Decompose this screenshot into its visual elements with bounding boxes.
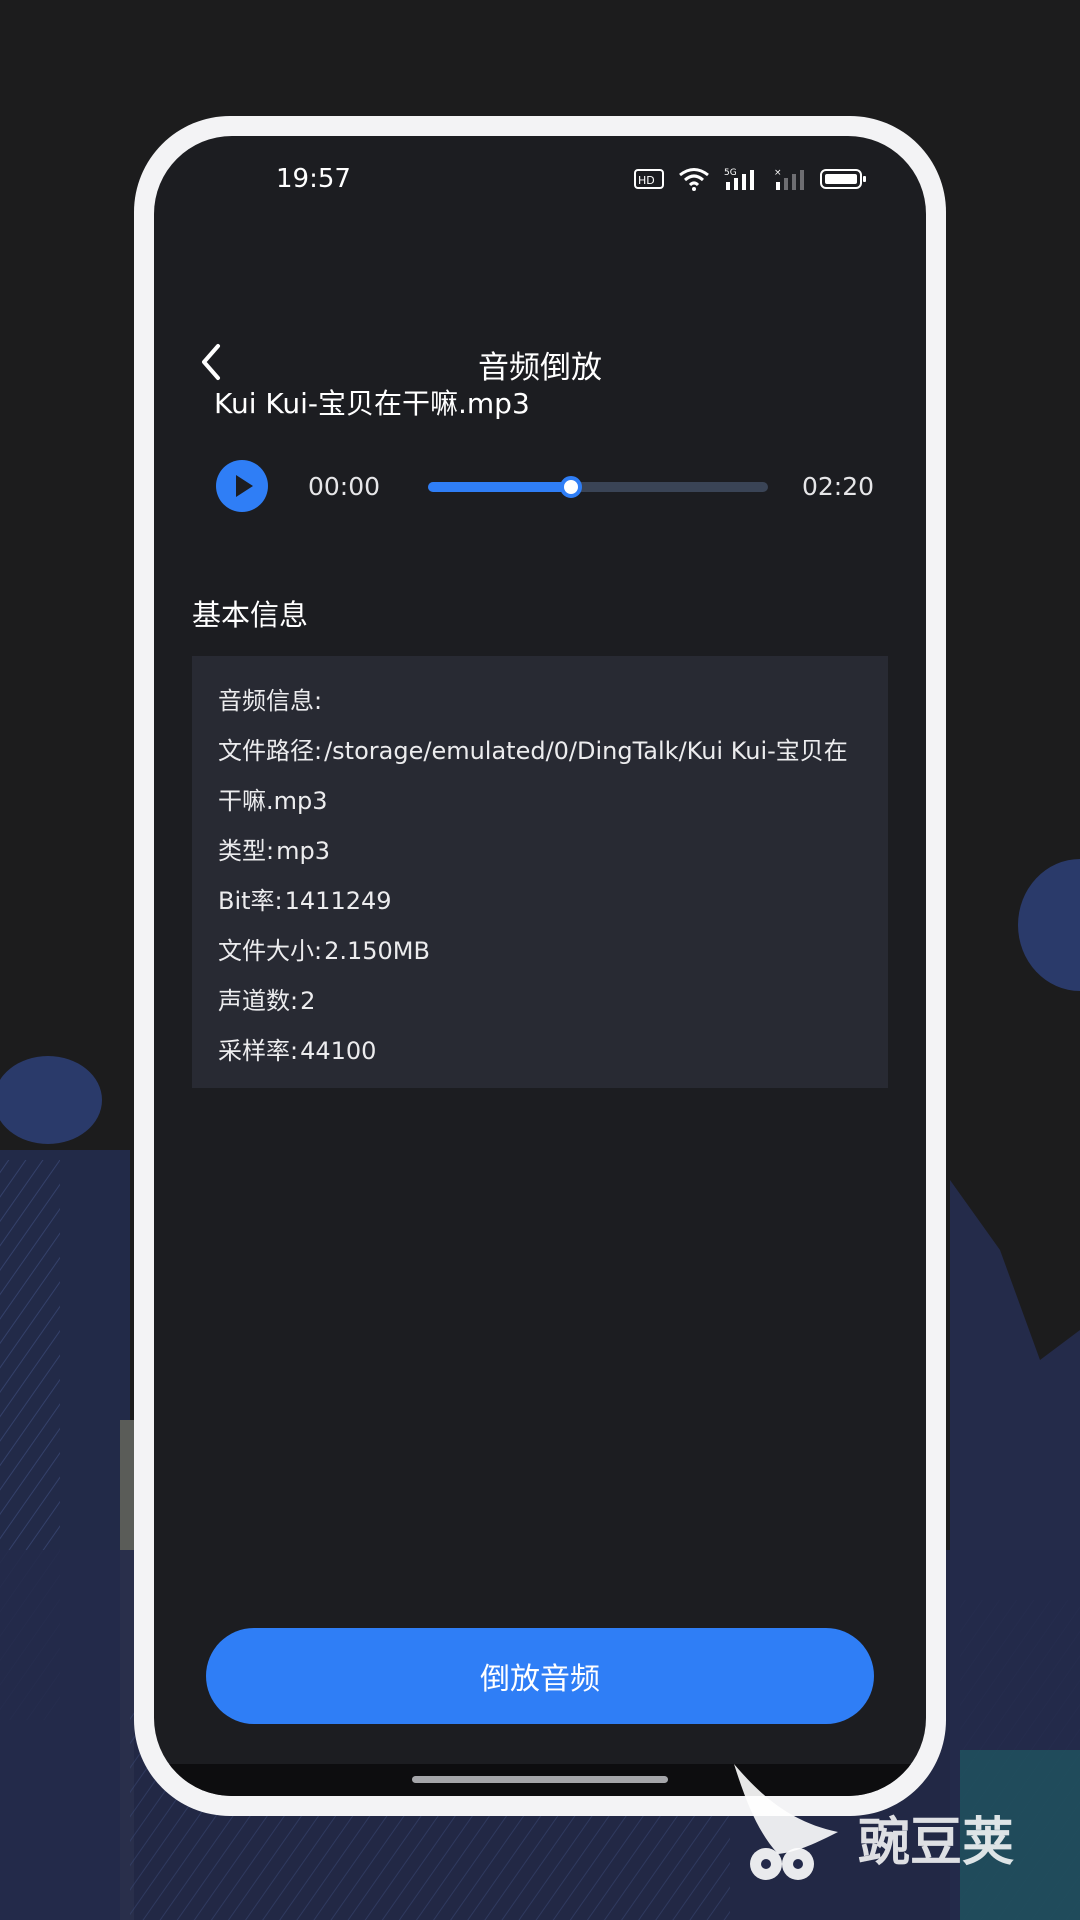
page-title: 音频倒放 [478, 350, 602, 386]
current-time: 00:00 [308, 472, 381, 501]
info-value: 2.150MB [324, 937, 430, 965]
svg-text:HD: HD [638, 174, 655, 187]
watermark-text: 豌豆荚 [858, 1813, 1015, 1873]
section-title-basic-info: 基本信息 [192, 598, 309, 632]
reverse-audio-button[interactable]: 倒放音频 [206, 1628, 874, 1724]
info-label: 采样率: [218, 1037, 299, 1065]
info-value: 2 [300, 987, 316, 1015]
info-row-type: 类型:mp3 [218, 826, 862, 876]
info-row-size: 文件大小:2.150MB [218, 926, 862, 976]
play-icon [236, 475, 253, 497]
progress-slider[interactable] [428, 476, 768, 498]
info-row-channels: 声道数:2 [218, 976, 862, 1026]
signal-weak-icon: × [774, 168, 804, 190]
svg-text:5G: 5G [724, 168, 737, 178]
hd-icon: HD [634, 169, 664, 189]
info-row-samplerate: 采样率:44100 [218, 1026, 862, 1076]
progress-fill [428, 482, 571, 492]
info-value: 1411249 [284, 887, 392, 915]
wifi-icon [679, 168, 709, 191]
bg-circle-left [0, 1056, 102, 1144]
progress-thumb[interactable] [559, 476, 582, 498]
status-icons: HD 5G × [634, 166, 868, 192]
audio-file-name: Kui Kui-宝贝在干嘛.mp3 [214, 387, 530, 420]
info-row-path: 文件路径:/storage/emulated/0/DingTalk/Kui Ku… [218, 726, 862, 826]
svg-text:×: × [774, 168, 782, 178]
status-bar: 19:57 HD 5G × [154, 136, 926, 226]
info-value: mp3 [276, 837, 330, 865]
info-label: 类型: [218, 837, 275, 865]
info-label: 文件大小: [218, 937, 323, 965]
battery-icon [820, 169, 866, 189]
total-time: 02:20 [802, 472, 875, 501]
info-label: 文件路径: [218, 737, 323, 765]
info-row-bitrate: Bit率:1411249 [218, 876, 862, 926]
play-button[interactable] [216, 460, 268, 512]
home-indicator[interactable] [412, 1776, 668, 1783]
status-time: 19:57 [276, 164, 351, 194]
app-screen: 19:57 HD 5G × 音频倒放 Kui Kui-宝贝在干嘛.mp3 00:… [154, 136, 926, 1796]
info-card: 音频信息: 文件路径:/storage/emulated/0/DingTalk/… [192, 656, 888, 1088]
info-value: 44100 [300, 1037, 377, 1065]
signal-5g-icon: 5G [724, 168, 754, 190]
info-header: 音频信息: [218, 687, 323, 715]
info-label: 声道数: [218, 987, 299, 1015]
bg-circle-right [1018, 859, 1080, 991]
info-label: Bit率: [218, 887, 283, 915]
